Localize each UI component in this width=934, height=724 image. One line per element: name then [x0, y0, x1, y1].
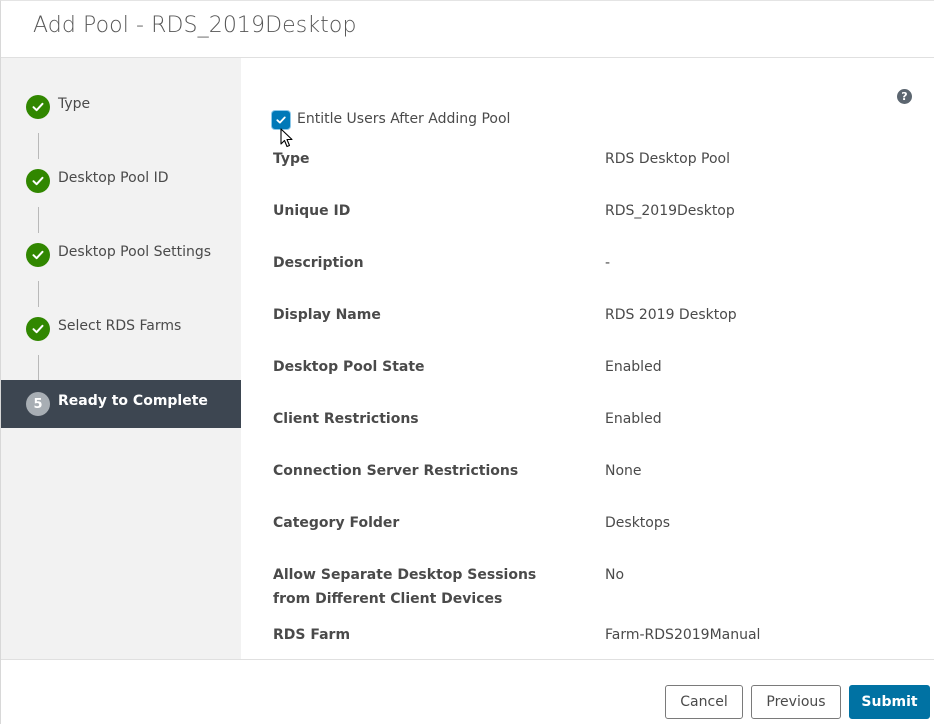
- step-type[interactable]: Type: [1, 83, 241, 131]
- summary-value: Enabled: [605, 411, 662, 427]
- summary-key: Client Restrictions: [273, 411, 419, 427]
- summary-key: Allow Separate Desktop Sessions from Dif…: [273, 567, 537, 607]
- summary-key: Connection Server Restrictions: [273, 463, 519, 479]
- submit-button[interactable]: Submit: [849, 685, 930, 719]
- check-icon: [26, 169, 50, 193]
- checkmark-icon: [276, 116, 286, 124]
- summary-key: Display Name: [273, 307, 381, 323]
- step-ready-to-complete[interactable]: 5 Ready to Complete: [1, 380, 241, 428]
- summary-key: Desktop Pool State: [273, 359, 425, 375]
- wizard-content: ? Entitle Users After Adding Pool Type R…: [241, 58, 934, 659]
- step-label: Type: [58, 96, 91, 112]
- dialog-header: Add Pool - RDS_2019Desktop: [1, 1, 934, 58]
- summary-key: Category Folder: [273, 515, 400, 531]
- summary-value: No: [605, 567, 625, 583]
- dialog-footer: Cancel Previous Submit: [1, 659, 934, 724]
- step-connector: [38, 207, 39, 233]
- summary-key: Type: [273, 151, 310, 167]
- summary-value: RDS 2019 Desktop: [605, 307, 737, 323]
- step-connector: [38, 133, 39, 159]
- summary-value: Enabled: [605, 359, 662, 375]
- wizard-steps-sidebar: Type Desktop Pool ID Desktop Pool Settin…: [1, 58, 241, 659]
- summary-key: Description: [273, 255, 364, 271]
- summary-key: Unique ID: [273, 203, 351, 219]
- summary-value: RDS_2019Desktop: [605, 203, 735, 219]
- step-desktop-pool-settings[interactable]: Desktop Pool Settings: [1, 231, 241, 279]
- summary-value: -: [605, 255, 611, 271]
- dialog-title: Add Pool - RDS_2019Desktop: [33, 13, 357, 38]
- mouse-pointer-icon: [280, 128, 293, 148]
- entitle-users-checkbox[interactable]: [272, 111, 290, 129]
- step-label: Desktop Pool Settings: [58, 244, 212, 260]
- question-circle-icon[interactable]: ?: [897, 89, 912, 104]
- previous-button[interactable]: Previous: [751, 685, 841, 719]
- step-desktop-pool-id[interactable]: Desktop Pool ID: [1, 157, 241, 205]
- step-label: Select RDS Farms: [58, 318, 182, 334]
- check-icon: [26, 95, 50, 119]
- step-select-rds-farms[interactable]: Select RDS Farms: [1, 305, 241, 353]
- step-label: Ready to Complete: [58, 393, 208, 409]
- entitle-users-label[interactable]: Entitle Users After Adding Pool: [297, 111, 510, 127]
- step-label: Desktop Pool ID: [58, 170, 169, 186]
- step-connector: [38, 355, 39, 381]
- step-number-badge: 5: [26, 392, 50, 416]
- step-connector: [38, 281, 39, 307]
- summary-value: None: [605, 463, 642, 479]
- summary-value: RDS Desktop Pool: [605, 151, 730, 167]
- check-icon: [26, 317, 50, 341]
- summary-value: Farm-RDS2019Manual: [605, 627, 761, 643]
- cancel-button[interactable]: Cancel: [665, 685, 743, 719]
- summary-key: RDS Farm: [273, 627, 351, 643]
- summary-value: Desktops: [605, 515, 671, 531]
- add-pool-dialog: Add Pool - RDS_2019Desktop Type Desktop …: [0, 0, 934, 724]
- check-icon: [26, 243, 50, 267]
